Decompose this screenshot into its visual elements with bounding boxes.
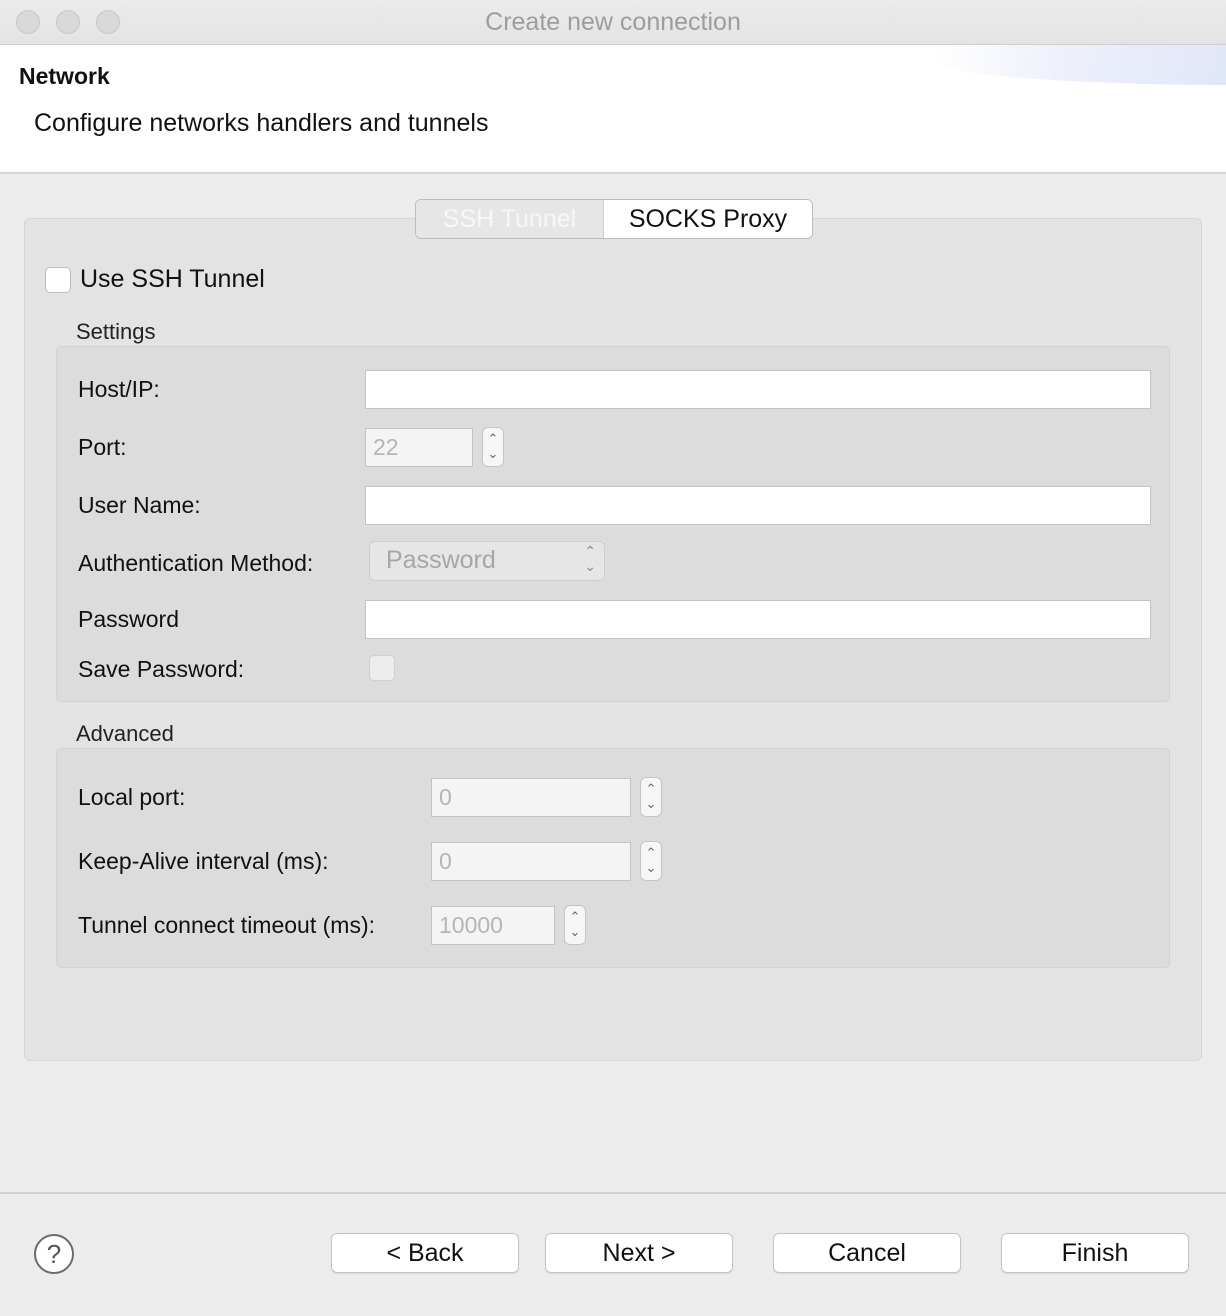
chevron-up-down-icon: ⌃ ⌄ bbox=[584, 543, 596, 574]
tunnel-timeout-input[interactable]: 10000 bbox=[431, 906, 555, 945]
chevron-up-down-icon: ⌃ ⌄ bbox=[645, 781, 657, 811]
port-label: Port: bbox=[78, 434, 127, 460]
back-button[interactable]: < Back bbox=[331, 1233, 519, 1273]
footer-divider bbox=[0, 1192, 1226, 1194]
cancel-button[interactable]: Cancel bbox=[773, 1233, 961, 1273]
title-bar: Create new connection bbox=[0, 0, 1226, 45]
save-password-label: Save Password: bbox=[78, 656, 245, 682]
page-description: Configure networks handlers and tunnels bbox=[34, 109, 489, 137]
chevron-up-down-icon: ⌃ ⌄ bbox=[645, 845, 657, 875]
advanced-section-title: Advanced bbox=[76, 721, 174, 746]
auth-method-select[interactable]: Password ⌃ ⌄ bbox=[369, 541, 605, 581]
help-button[interactable]: ? bbox=[34, 1234, 74, 1274]
settings-section-title: Settings bbox=[76, 319, 156, 344]
password-input[interactable] bbox=[365, 600, 1151, 639]
tunnel-timeout-stepper[interactable]: ⌃ ⌄ bbox=[564, 905, 586, 945]
finish-button[interactable]: Finish bbox=[1001, 1233, 1189, 1273]
keep-alive-label: Keep-Alive interval (ms): bbox=[78, 848, 329, 874]
host-input[interactable] bbox=[365, 370, 1151, 409]
user-name-label: User Name: bbox=[78, 492, 201, 518]
password-label: Password bbox=[78, 606, 179, 632]
keep-alive-stepper[interactable]: ⌃ ⌄ bbox=[640, 841, 662, 881]
use-ssh-tunnel-label: Use SSH Tunnel bbox=[80, 265, 265, 293]
port-input[interactable]: 22 bbox=[365, 428, 473, 467]
host-label: Host/IP: bbox=[78, 376, 160, 402]
save-password-checkbox[interactable] bbox=[369, 655, 395, 681]
chevron-up-down-icon: ⌃ ⌄ bbox=[487, 431, 499, 461]
page-title: Network bbox=[19, 63, 110, 89]
tunnel-timeout-label: Tunnel connect timeout (ms): bbox=[78, 912, 375, 938]
local-port-label: Local port: bbox=[78, 784, 186, 810]
auth-method-value: Password bbox=[386, 546, 496, 574]
wizard-header: Network Configure networks handlers and … bbox=[0, 45, 1226, 174]
port-stepper[interactable]: ⌃ ⌄ bbox=[482, 427, 504, 467]
question-circle-icon: ? bbox=[46, 1239, 62, 1269]
chevron-up-down-icon: ⌃ ⌄ bbox=[569, 909, 581, 939]
tab-socks-proxy[interactable]: SOCKS Proxy bbox=[604, 200, 812, 238]
next-button[interactable]: Next > bbox=[545, 1233, 733, 1273]
window-title: Create new connection bbox=[485, 8, 741, 36]
use-ssh-tunnel-checkbox[interactable] bbox=[45, 267, 71, 293]
auth-method-label: Authentication Method: bbox=[78, 550, 314, 576]
tab-bar: SSH Tunnel SOCKS Proxy bbox=[415, 199, 813, 239]
local-port-stepper[interactable]: ⌃ ⌄ bbox=[640, 777, 662, 817]
user-name-input[interactable] bbox=[365, 486, 1151, 525]
tab-ssh-tunnel[interactable]: SSH Tunnel bbox=[416, 200, 604, 238]
local-port-input[interactable]: 0 bbox=[431, 778, 631, 817]
header-banner-graphic bbox=[936, 45, 1226, 85]
keep-alive-input[interactable]: 0 bbox=[431, 842, 631, 881]
